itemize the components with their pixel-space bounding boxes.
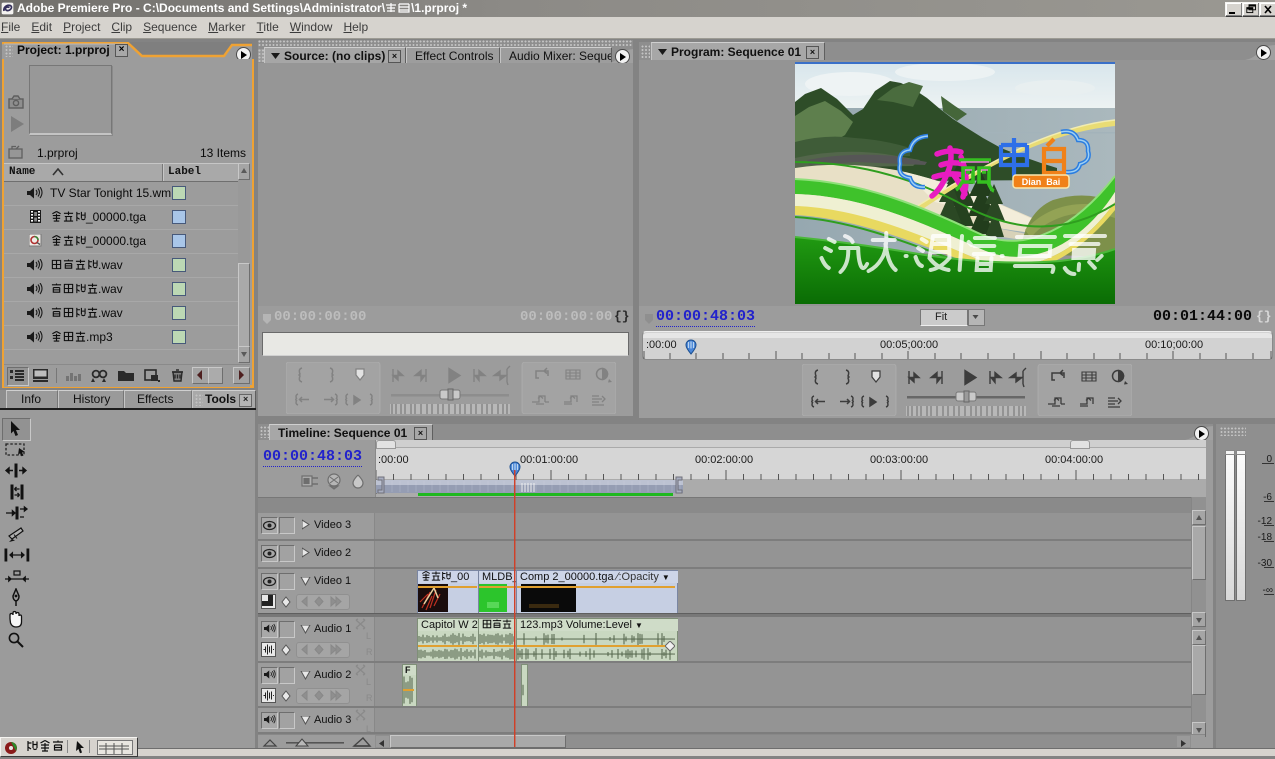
svg-text:Dian Bai: Dian Bai — [1022, 177, 1061, 187]
svg-text::00:00: :00:00 — [646, 339, 677, 351]
svg-text:00:10;00:00: 00:10;00:00 — [1145, 339, 1203, 351]
svg-text::00:00: :00:00 — [378, 454, 409, 466]
svg-text:00:02:00:00: 00:02:00:00 — [695, 454, 753, 466]
svg-text:00:03:00:00: 00:03:00:00 — [870, 454, 928, 466]
svg-text:00:05;00:00: 00:05;00:00 — [880, 339, 938, 351]
svg-text:00:04:00:00: 00:04:00:00 — [1045, 454, 1103, 466]
svg-text:00:01:00:00: 00:01:00:00 — [520, 454, 578, 466]
